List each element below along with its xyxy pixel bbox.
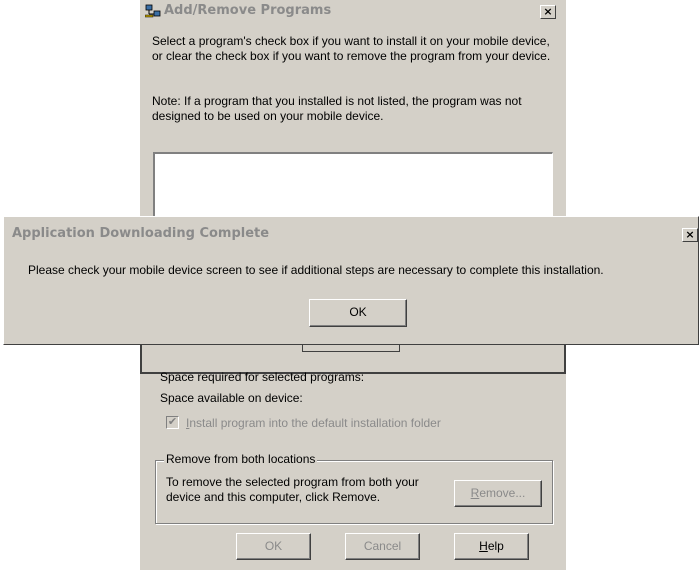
ok-button-disabled[interactable]: OK — [236, 533, 311, 560]
close-icon: × — [685, 228, 695, 241]
dialog-message: Please check your mobile device screen t… — [28, 263, 604, 277]
note-text: Note: If a program that you installed is… — [152, 94, 522, 123]
program-info-panel — [140, 340, 566, 374]
install-default-folder-label: Install program into the default install… — [186, 416, 441, 430]
dialog-close-button[interactable]: × — [682, 228, 698, 242]
help-accelerator: H — [479, 539, 488, 553]
remove-button[interactable]: Remove... — [454, 480, 542, 507]
title-bar[interactable]: Add/Remove Programs × — [140, 0, 566, 22]
download-complete-dialog: Application Downloading Complete × Pleas… — [3, 216, 699, 345]
close-button[interactable]: × — [540, 5, 556, 19]
remove-accelerator: R — [470, 486, 480, 500]
help-button[interactable]: Help — [454, 533, 529, 560]
install-default-folder-checkbox[interactable]: ✔ — [166, 416, 179, 429]
program-list[interactable] — [153, 152, 553, 218]
help-label: elp — [487, 539, 504, 553]
space-required-label: Space required for selected programs: — [160, 370, 365, 384]
cancel-button[interactable]: Cancel — [345, 533, 420, 560]
dialog-title-bar[interactable]: Application Downloading Complete × — [6, 223, 698, 245]
checkmark-icon: ✔ — [167, 416, 178, 428]
window-title: Add/Remove Programs — [164, 3, 332, 18]
close-icon: × — [543, 5, 553, 18]
instructions-text: Select a program's check box if you want… — [152, 34, 551, 63]
remove-label: emove... — [479, 486, 526, 500]
dialog-title: Application Downloading Complete — [12, 226, 270, 241]
dialog-ok-button[interactable]: OK — [309, 299, 407, 327]
remove-group-title: Remove from both locations — [164, 452, 318, 466]
remove-instructions: To remove the selected program from both… — [166, 475, 419, 504]
label-text: nstall program into the default installa… — [189, 416, 441, 430]
space-available-label: Space available on device: — [160, 391, 303, 405]
network-computer-icon — [144, 3, 161, 19]
